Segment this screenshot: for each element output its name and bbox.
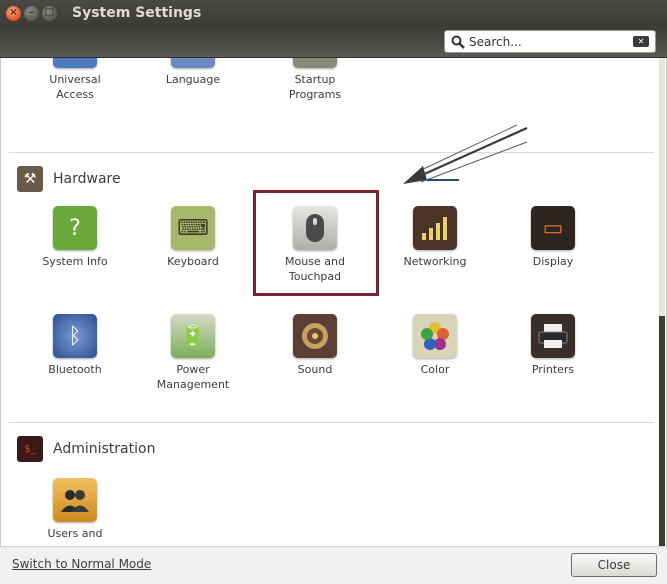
settings-item[interactable]: ♿ Universal Access bbox=[25, 58, 125, 102]
settings-item-display[interactable]: ▭ Display bbox=[503, 206, 603, 269]
search-icon bbox=[451, 35, 465, 49]
settings-item-label: Language bbox=[165, 73, 221, 86]
section-header-administration: $_ Administration bbox=[17, 436, 155, 462]
settings-item-networking[interactable]: Networking bbox=[385, 206, 485, 269]
sound-icon bbox=[293, 314, 337, 358]
window-close-button[interactable]: × bbox=[6, 5, 21, 21]
scrollbar-thumb[interactable] bbox=[659, 316, 665, 546]
settings-item-label: System Info bbox=[42, 255, 108, 268]
display-icon: ▭ bbox=[531, 206, 575, 250]
settings-item-label: Networking bbox=[403, 255, 467, 268]
window-title: System Settings bbox=[72, 5, 202, 21]
scrollbar-track[interactable] bbox=[659, 58, 665, 546]
networking-icon bbox=[413, 206, 457, 250]
toolbar: ✕ bbox=[0, 26, 667, 58]
annotation-arrow-icon bbox=[403, 124, 528, 184]
startup-programs-icon: ⚙ bbox=[293, 58, 337, 68]
settings-item-label: Sound bbox=[297, 363, 333, 376]
settings-item-label: Power Management bbox=[156, 363, 230, 391]
settings-item-sound[interactable]: Sound bbox=[265, 314, 365, 377]
settings-item-users[interactable]: Users and bbox=[25, 478, 125, 541]
settings-item-printers[interactable]: Printers bbox=[503, 314, 603, 377]
administration-icon: $_ bbox=[17, 436, 43, 462]
divider bbox=[9, 152, 654, 153]
search-input[interactable] bbox=[469, 34, 609, 49]
title-bar: × – □ System Settings bbox=[0, 0, 667, 26]
power-management-icon: 🔋 bbox=[171, 314, 215, 358]
window-minimize-button[interactable]: – bbox=[24, 5, 39, 21]
settings-item-keyboard[interactable]: ⌨ Keyboard bbox=[143, 206, 243, 269]
divider bbox=[9, 422, 654, 423]
settings-panel: ♿ Universal Access 🌐 Language ⚙ Startup … bbox=[0, 58, 667, 546]
settings-item[interactable]: ⚙ Startup Programs bbox=[265, 58, 365, 102]
settings-item-label: Color bbox=[420, 363, 450, 376]
settings-item-power-management[interactable]: 🔋 Power Management bbox=[143, 314, 243, 392]
window-maximize-button[interactable]: □ bbox=[42, 5, 57, 21]
universal-access-icon: ♿ bbox=[53, 58, 97, 68]
hardware-icon: ⚒ bbox=[17, 166, 43, 192]
switch-mode-link[interactable]: Switch to Normal Mode bbox=[12, 557, 151, 571]
printer-icon bbox=[531, 314, 575, 358]
bluetooth-icon: ᛒ bbox=[53, 314, 97, 358]
users-icon bbox=[53, 478, 97, 522]
settings-item-label: Users and bbox=[47, 527, 103, 540]
footer: Switch to Normal Mode Close bbox=[0, 546, 667, 584]
section-title: Administration bbox=[53, 441, 156, 457]
section-title: Hardware bbox=[53, 171, 121, 187]
settings-item-label: Keyboard bbox=[167, 255, 219, 268]
color-icon bbox=[413, 314, 457, 358]
system-info-icon: ? bbox=[53, 206, 97, 250]
settings-item-bluetooth[interactable]: ᛒ Bluetooth bbox=[25, 314, 125, 377]
highlight-box bbox=[253, 190, 379, 296]
settings-item-system-info[interactable]: ? System Info bbox=[25, 206, 125, 269]
search-box[interactable]: ✕ bbox=[444, 30, 656, 53]
settings-item-color[interactable]: Color bbox=[385, 314, 485, 377]
settings-item-label: Universal Access bbox=[49, 73, 101, 101]
section-header-hardware: ⚒ Hardware bbox=[17, 166, 121, 192]
close-button[interactable]: Close bbox=[571, 553, 657, 577]
settings-item-label: Printers bbox=[531, 363, 575, 376]
clear-search-icon[interactable]: ✕ bbox=[633, 36, 649, 47]
settings-item-label: Bluetooth bbox=[48, 363, 102, 376]
settings-item[interactable]: 🌐 Language bbox=[143, 58, 243, 87]
keyboard-icon: ⌨ bbox=[171, 206, 215, 250]
settings-item-label: Startup Programs bbox=[288, 73, 342, 101]
settings-item-label: Display bbox=[532, 255, 574, 268]
language-icon: 🌐 bbox=[171, 58, 215, 68]
